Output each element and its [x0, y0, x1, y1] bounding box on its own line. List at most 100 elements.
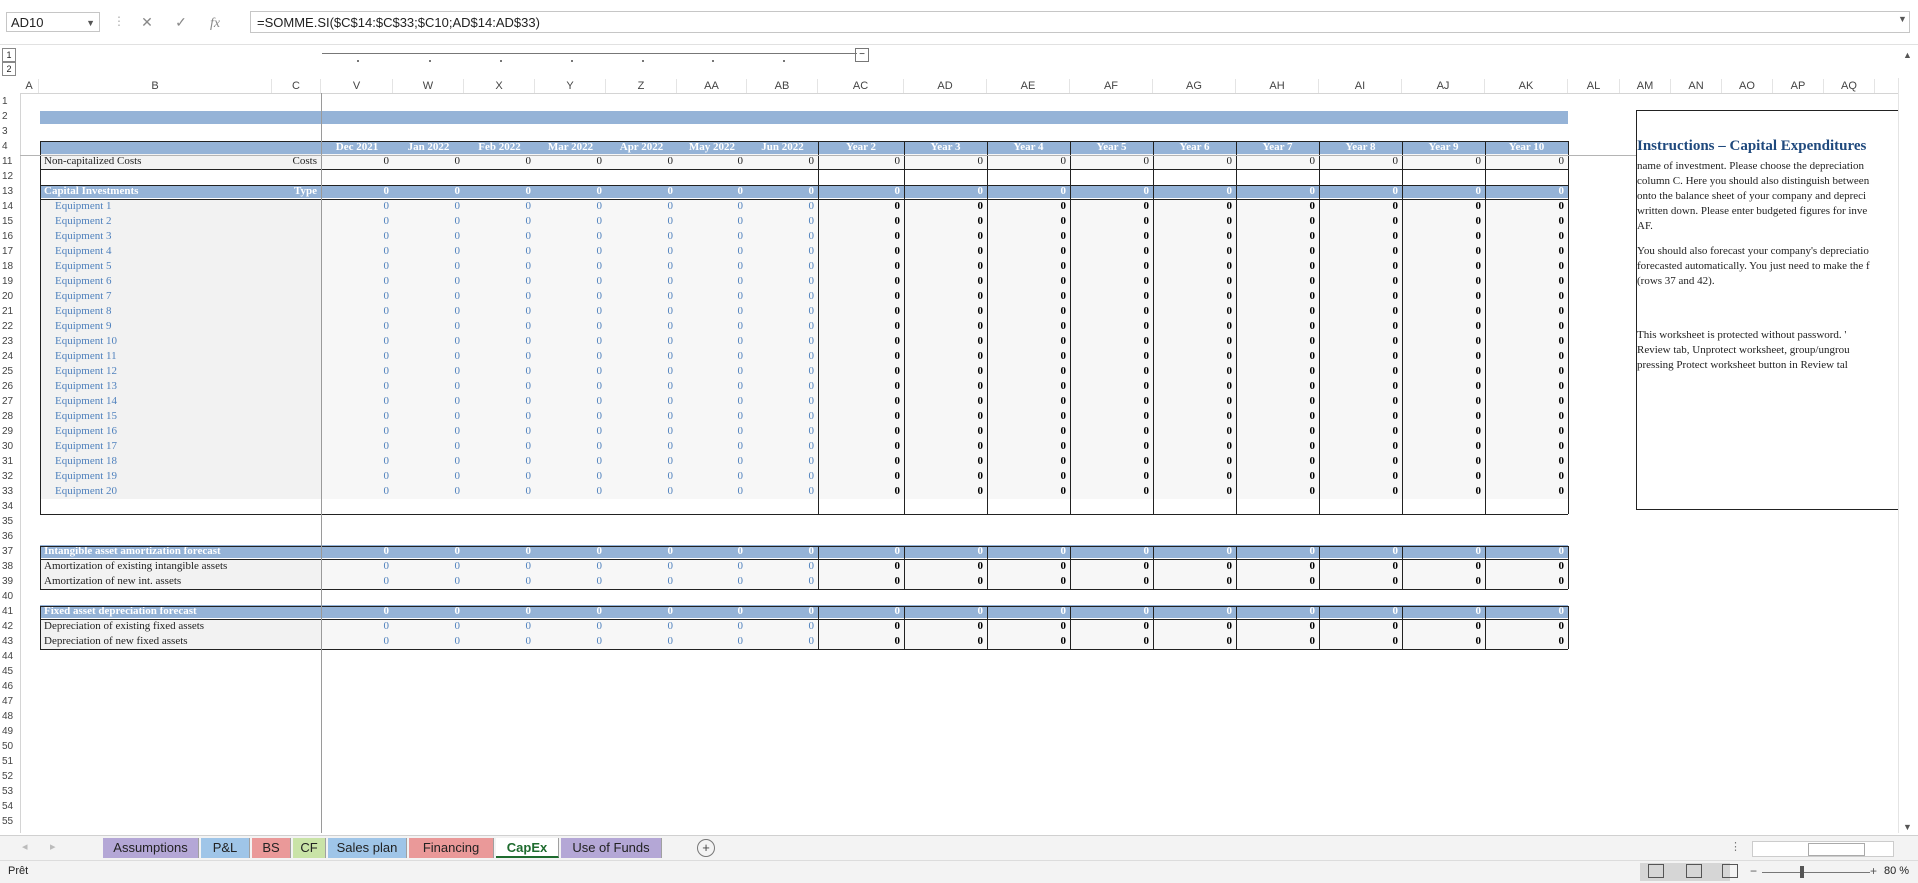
equipment-value[interactable]: 0 — [1070, 454, 1150, 469]
equipment-value[interactable]: 0 — [818, 334, 901, 349]
more-options-icon[interactable]: ⋮ — [1730, 840, 1741, 853]
fixed-value[interactable]: 0 — [1319, 634, 1399, 649]
equipment-value[interactable]: 0 — [1070, 439, 1150, 454]
equipment-value[interactable]: 0 — [747, 334, 815, 349]
equipment-value[interactable]: 0 — [1319, 349, 1399, 364]
equipment-value[interactable]: 0 — [987, 304, 1067, 319]
equipment-value[interactable]: 0 — [464, 379, 532, 394]
equipment-value[interactable]: 0 — [393, 484, 461, 499]
equipment-value[interactable]: 0 — [1402, 289, 1482, 304]
capital-investments-total[interactable]: 0 — [1319, 184, 1399, 199]
equipment-value[interactable]: 0 — [393, 364, 461, 379]
row-header[interactable]: 11 — [0, 154, 22, 169]
row-header[interactable]: 15 — [0, 214, 22, 229]
intangible-value[interactable]: 0 — [1402, 559, 1482, 574]
equipment-value[interactable]: 0 — [818, 394, 901, 409]
equipment-value[interactable]: 0 — [677, 484, 744, 499]
equipment-value[interactable]: 0 — [677, 409, 744, 424]
equipment-value[interactable]: 0 — [464, 454, 532, 469]
equipment-value[interactable]: 0 — [1402, 409, 1482, 424]
fixed-value[interactable]: 0 — [1402, 634, 1482, 649]
capital-investments-total[interactable]: 0 — [464, 184, 532, 199]
capital-investments-total[interactable]: 0 — [1236, 184, 1316, 199]
row-header[interactable]: 48 — [0, 709, 22, 724]
fixed-value[interactable]: 0 — [904, 634, 984, 649]
equipment-value[interactable]: 0 — [535, 244, 603, 259]
equipment-value[interactable]: 0 — [1070, 349, 1150, 364]
equipment-value[interactable]: 0 — [818, 364, 901, 379]
equipment-value[interactable]: 0 — [464, 214, 532, 229]
equipment-value[interactable]: 0 — [535, 394, 603, 409]
equipment-value[interactable]: 0 — [464, 289, 532, 304]
equipment-value[interactable]: 0 — [1153, 274, 1233, 289]
row-header[interactable]: 43 — [0, 634, 22, 649]
row-header[interactable]: 32 — [0, 469, 22, 484]
equipment-value[interactable]: 0 — [904, 319, 984, 334]
row-header[interactable]: 41 — [0, 604, 22, 619]
equipment-value[interactable]: 0 — [606, 274, 674, 289]
row-header[interactable]: 25 — [0, 364, 22, 379]
expand-formula-icon[interactable]: ▼ — [1898, 14, 1907, 24]
equipment-value[interactable]: 0 — [535, 364, 603, 379]
sheet-tab[interactable]: Financing — [409, 838, 494, 858]
equipment-value[interactable]: 0 — [747, 454, 815, 469]
fixed-value[interactable]: 0 — [535, 634, 603, 649]
equipment-value[interactable]: 0 — [747, 394, 815, 409]
intangible-value[interactable]: 0 — [1319, 559, 1399, 574]
fixed-value[interactable]: 0 — [1236, 619, 1316, 634]
equipment-value[interactable]: 0 — [1070, 304, 1150, 319]
equipment-value[interactable]: 0 — [606, 334, 674, 349]
equipment-value[interactable]: 0 — [535, 319, 603, 334]
column-header[interactable]: AM — [1620, 79, 1671, 93]
equipment-value[interactable]: 0 — [818, 379, 901, 394]
equipment-value[interactable]: 0 — [1485, 229, 1565, 244]
equipment-value[interactable]: 0 — [747, 199, 815, 214]
column-header[interactable]: AO — [1722, 79, 1773, 93]
equipment-value[interactable]: 0 — [1236, 469, 1316, 484]
equipment-value[interactable]: 0 — [535, 454, 603, 469]
capital-investments-total[interactable]: 0 — [987, 184, 1067, 199]
column-header[interactable]: AN — [1671, 79, 1722, 93]
equipment-value[interactable]: 0 — [818, 469, 901, 484]
intangible-value[interactable]: 0 — [606, 574, 674, 589]
equipment-value[interactable]: 0 — [904, 409, 984, 424]
equipment-value[interactable]: 0 — [1319, 469, 1399, 484]
equipment-value[interactable]: 0 — [1236, 319, 1316, 334]
equipment-value[interactable]: 0 — [1070, 244, 1150, 259]
non-capitalized-value[interactable]: 0 — [1236, 154, 1316, 169]
equipment-value[interactable]: 0 — [1236, 439, 1316, 454]
equipment-value[interactable]: 0 — [321, 454, 390, 469]
row-header[interactable]: 21 — [0, 304, 22, 319]
equipment-value[interactable]: 0 — [987, 454, 1067, 469]
equipment-value[interactable]: 0 — [747, 304, 815, 319]
equipment-value[interactable]: 0 — [606, 484, 674, 499]
equipment-value[interactable]: 0 — [321, 304, 390, 319]
equipment-value[interactable]: 0 — [904, 244, 984, 259]
intangible-value[interactable]: 0 — [393, 559, 461, 574]
intangible-value[interactable]: 0 — [1153, 559, 1233, 574]
equipment-value[interactable]: 0 — [677, 289, 744, 304]
equipment-value[interactable]: 0 — [1236, 199, 1316, 214]
equipment-value[interactable]: 0 — [1236, 289, 1316, 304]
equipment-value[interactable]: 0 — [987, 439, 1067, 454]
equipment-value[interactable]: 0 — [606, 304, 674, 319]
non-capitalized-value[interactable]: 0 — [904, 154, 984, 169]
equipment-value[interactable]: 0 — [818, 244, 901, 259]
equipment-value[interactable]: 0 — [606, 379, 674, 394]
equipment-value[interactable]: 0 — [535, 214, 603, 229]
intangible-value[interactable]: 0 — [535, 574, 603, 589]
equipment-value[interactable]: 0 — [818, 409, 901, 424]
equipment-value[interactable]: 0 — [904, 424, 984, 439]
row-header[interactable]: 38 — [0, 559, 22, 574]
row-header[interactable]: 1 — [0, 94, 22, 109]
intangible-value[interactable]: 0 — [747, 559, 815, 574]
equipment-value[interactable]: 0 — [1485, 454, 1565, 469]
fixed-value[interactable]: 0 — [1485, 619, 1565, 634]
equipment-value[interactable]: 0 — [393, 229, 461, 244]
equipment-value[interactable]: 0 — [987, 259, 1067, 274]
equipment-value[interactable]: 0 — [904, 304, 984, 319]
equipment-value[interactable]: 0 — [1402, 244, 1482, 259]
column-header[interactable]: AD — [904, 79, 987, 93]
equipment-value[interactable]: 0 — [393, 409, 461, 424]
equipment-value[interactable]: 0 — [1485, 304, 1565, 319]
